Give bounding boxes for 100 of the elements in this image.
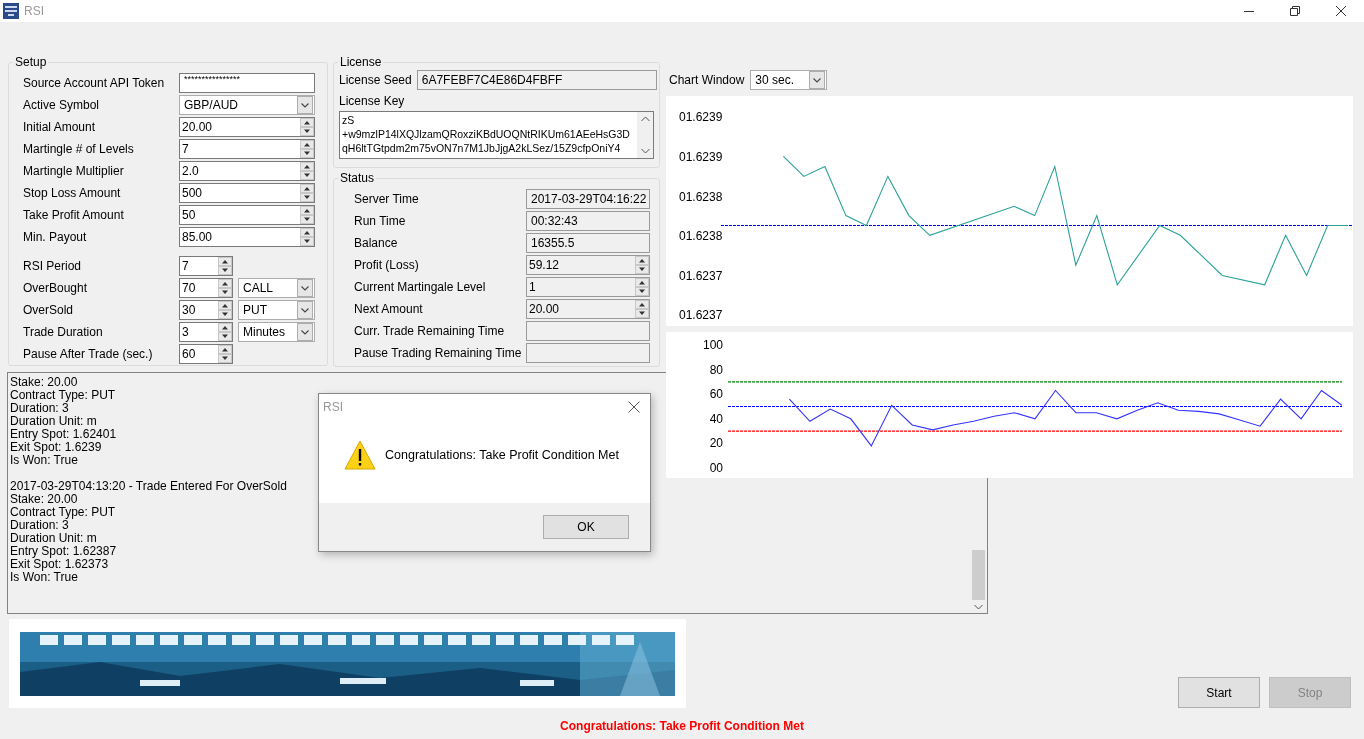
field-label: OverSold bbox=[23, 302, 75, 319]
field-label: Run Time bbox=[354, 213, 407, 231]
spinner-icon[interactable] bbox=[218, 279, 232, 297]
number-field: 20.00 bbox=[526, 299, 650, 319]
readonly-field: 16355.5 bbox=[526, 233, 650, 253]
log-line: Contract Type: PUT bbox=[10, 388, 116, 402]
log-line: Entry Spot: 1.62387 bbox=[10, 544, 117, 558]
spinner-icon[interactable] bbox=[218, 301, 232, 319]
field-label: Profit (Loss) bbox=[354, 257, 420, 275]
action-button[interactable]: Start bbox=[1178, 677, 1260, 708]
log-line: Duration Unit: m bbox=[10, 414, 97, 428]
number-field[interactable]: 60 bbox=[179, 344, 233, 364]
chevron-down-icon[interactable] bbox=[297, 279, 313, 297]
action-button: Stop bbox=[1269, 677, 1351, 708]
dialog-message: Congratulations: Take Profit Condition Met bbox=[385, 447, 619, 462]
ok-button[interactable]: OK bbox=[543, 515, 629, 539]
field-label: Pause After Trade (sec.) bbox=[23, 346, 154, 363]
spinner-icon[interactable] bbox=[218, 257, 232, 275]
log-line: Is Won: True bbox=[10, 570, 78, 584]
number-field[interactable]: 500 bbox=[179, 183, 315, 203]
spinner-icon[interactable] bbox=[300, 118, 314, 136]
app-icon bbox=[3, 3, 19, 19]
dropdown[interactable]: GBP/AUD bbox=[179, 95, 315, 115]
field-label: Next Amount bbox=[354, 301, 424, 319]
log-line: Contract Type: PUT bbox=[10, 505, 116, 519]
chevron-down-icon[interactable] bbox=[297, 301, 313, 319]
number-field[interactable]: 50 bbox=[179, 205, 315, 225]
readonly-field: 00:32:43 bbox=[526, 211, 650, 231]
chevron-down-icon[interactable] bbox=[297, 323, 313, 341]
log-line: Exit Spot: 1.6239 bbox=[10, 440, 102, 454]
token-field[interactable]: **************** bbox=[179, 73, 315, 93]
window-title: RSI bbox=[24, 4, 45, 18]
field-label: Curr. Trade Remaining Time bbox=[354, 323, 506, 341]
axis-label: 60 bbox=[709, 387, 723, 402]
field-label: Source Account API Token bbox=[23, 75, 166, 92]
field-label: Current Martingale Level bbox=[354, 279, 487, 297]
number-field: 59.12 bbox=[526, 255, 650, 275]
number-field[interactable]: 70 bbox=[179, 278, 233, 298]
dropdown[interactable]: CALL bbox=[238, 278, 315, 298]
dialog-title: RSI bbox=[323, 400, 344, 414]
spinner-icon[interactable] bbox=[300, 206, 314, 224]
log-line: Entry Spot: 1.62401 bbox=[10, 427, 117, 441]
spinner-icon[interactable] bbox=[218, 323, 232, 341]
readonly-field: 2017-03-29T04:16:22 bbox=[526, 189, 650, 209]
number-field: 1 bbox=[526, 277, 650, 297]
field-label: Chart Window bbox=[669, 73, 745, 87]
field-label: Take Profit Amount bbox=[23, 207, 125, 224]
log-line: Duration Unit: m bbox=[10, 531, 97, 545]
axis-label: 01.6239 bbox=[679, 110, 723, 124]
spinner-icon[interactable] bbox=[300, 228, 314, 246]
status-message: Congratulations: Take Profit Condition Met bbox=[560, 719, 804, 733]
chevron-down-icon[interactable] bbox=[809, 71, 826, 89]
axis-label: 00 bbox=[709, 461, 723, 475]
number-field[interactable]: 20.00 bbox=[179, 117, 315, 137]
spinner-icon[interactable] bbox=[300, 162, 314, 180]
axis-label: 80 bbox=[709, 362, 723, 377]
restore-icon[interactable] bbox=[1290, 6, 1300, 16]
field-label: RSI Period bbox=[23, 258, 83, 275]
number-field[interactable]: 7 bbox=[179, 139, 315, 159]
spinner-icon[interactable] bbox=[635, 278, 649, 296]
log-line: Stake: 20.00 bbox=[10, 375, 78, 389]
field-label: Martingle # of Levels bbox=[23, 141, 135, 158]
readonly-field: 6A7FEBF7C4E86D4FBFF bbox=[416, 70, 657, 90]
field-label: Initial Amount bbox=[23, 119, 97, 136]
field-label: Balance bbox=[354, 235, 399, 253]
field-label: Active Symbol bbox=[23, 97, 101, 114]
axis-label: 40 bbox=[709, 411, 723, 426]
number-field[interactable]: 3 bbox=[179, 322, 233, 342]
axis-label: 100 bbox=[702, 338, 723, 352]
spinner-icon[interactable] bbox=[300, 140, 314, 158]
spinner-icon[interactable] bbox=[218, 345, 232, 363]
group-title: Status bbox=[339, 171, 376, 185]
log-line: 2017-03-29T04:13:20 - Trade Entered For OverSold bbox=[10, 479, 287, 493]
scrollbar-thumb[interactable] bbox=[972, 550, 985, 600]
group-title: License bbox=[339, 55, 383, 69]
field-label: Min. Payout bbox=[23, 229, 88, 246]
number-field[interactable]: 2.0 bbox=[179, 161, 315, 181]
close-icon[interactable] bbox=[1336, 6, 1346, 16]
axis-label: 01.6238 bbox=[679, 229, 723, 243]
field-label: License Key bbox=[339, 94, 405, 108]
log-line: Is Won: True bbox=[10, 453, 78, 467]
log-line: Duration: 3 bbox=[10, 518, 69, 532]
dropdown[interactable]: 30 sec. bbox=[750, 70, 828, 90]
field-label: Stop Loss Amount bbox=[23, 185, 122, 202]
axis-label: 01.6237 bbox=[679, 308, 723, 322]
spinner-icon[interactable] bbox=[635, 300, 649, 318]
field-label: License Seed bbox=[339, 73, 412, 87]
field-label: Martingle Multiplier bbox=[23, 163, 125, 180]
number-field[interactable]: 30 bbox=[179, 300, 233, 320]
spinner-icon[interactable] bbox=[300, 184, 314, 202]
number-field[interactable]: 85.00 bbox=[179, 227, 315, 247]
spinner-icon[interactable] bbox=[635, 256, 649, 274]
field-label: OverBought bbox=[23, 280, 89, 297]
axis-label: 01.6237 bbox=[679, 269, 723, 283]
close-icon[interactable] bbox=[628, 401, 640, 413]
dropdown[interactable]: Minutes bbox=[238, 322, 315, 342]
number-field[interactable]: 7 bbox=[179, 256, 233, 276]
field-label: Pause Trading Remaining Time bbox=[354, 345, 523, 363]
dropdown[interactable]: PUT bbox=[238, 300, 315, 320]
axis-label: 01.6238 bbox=[679, 190, 723, 204]
